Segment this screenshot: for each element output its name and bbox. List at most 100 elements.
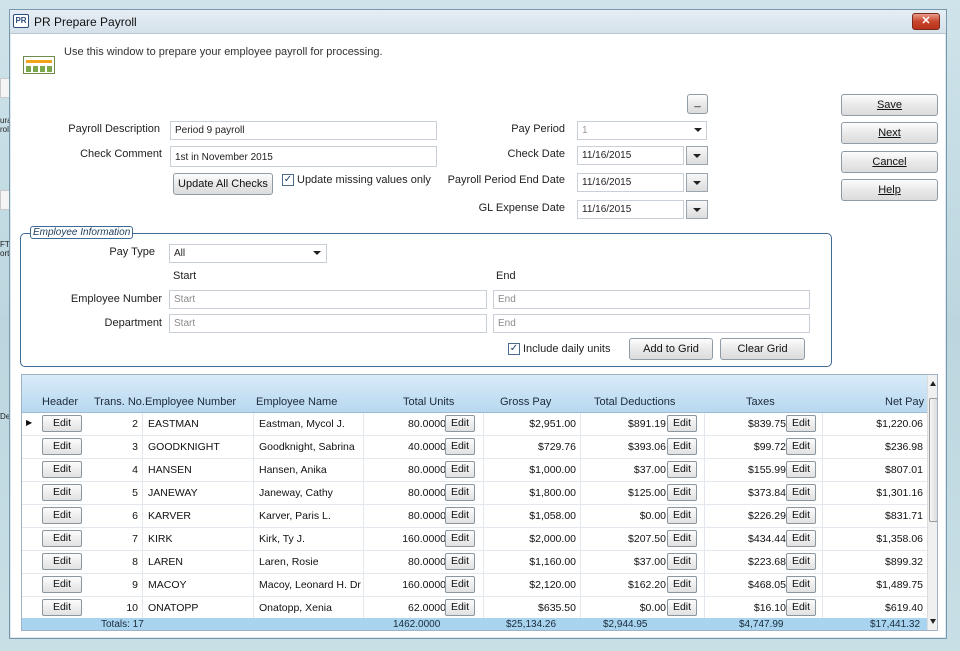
- gl-expense-date-field[interactable]: 11/16/2015: [577, 200, 684, 219]
- column-header-net-pay[interactable]: Net Pay: [885, 396, 924, 408]
- close-button[interactable]: ✕: [912, 13, 940, 30]
- column-header-taxes[interactable]: Taxes: [746, 396, 775, 408]
- taxes-edit-button[interactable]: Edit: [786, 553, 816, 570]
- header-edit-button[interactable]: Edit: [42, 530, 82, 547]
- units-edit-button[interactable]: Edit: [445, 415, 475, 432]
- total-deductions-cell: $125.00: [628, 487, 666, 499]
- header-edit-button[interactable]: Edit: [42, 576, 82, 593]
- title-bar[interactable]: PR PR Prepare Payroll ✕: [10, 10, 946, 34]
- taxes-edit-button[interactable]: Edit: [786, 461, 816, 478]
- net-pay-cell: $807.01: [885, 464, 923, 476]
- column-header-total-units[interactable]: Total Units: [403, 396, 454, 408]
- taxes-edit-button[interactable]: Edit: [786, 507, 816, 524]
- deductions-edit-button[interactable]: Edit: [667, 484, 697, 501]
- employee-number-cell: EASTMAN: [148, 418, 199, 430]
- taxes-edit-button[interactable]: Edit: [786, 530, 816, 547]
- scroll-up-icon[interactable]: [930, 381, 936, 386]
- department-start-field[interactable]: Start: [169, 314, 487, 333]
- include-daily-units-checkbox[interactable]: ✓: [508, 343, 520, 355]
- table-row[interactable]: ▶ Edit 2 EASTMAN Eastman, Mycol J. 80.0000 Edi…: [22, 413, 927, 436]
- cancel-label: Cancel: [872, 156, 907, 168]
- total-units-cell: 80.0000: [408, 510, 446, 522]
- table-row[interactable]: Edit 4 HANSEN Hansen, Anika 80.0000 Edit $1,00…: [22, 459, 927, 482]
- table-row[interactable]: Edit 3 GOODKNIGHT Goodknight, Sabrina 40.000…: [22, 436, 927, 459]
- taxes-edit-button[interactable]: Edit: [786, 599, 816, 616]
- units-edit-button[interactable]: Edit: [445, 507, 475, 524]
- column-header-total-deductions[interactable]: Total Deductions: [594, 396, 675, 408]
- update-missing-checkbox[interactable]: ✓: [282, 174, 294, 186]
- taxes-edit-button[interactable]: Edit: [786, 415, 816, 432]
- header-edit-button[interactable]: Edit: [42, 599, 82, 616]
- trans-no-cell: 10: [126, 602, 138, 614]
- table-row[interactable]: Edit 6 KARVER Karver, Paris L. 80.0000 Edit $1…: [22, 505, 927, 528]
- table-row[interactable]: Edit 10 ONATOPP Onatopp, Xenia 62.0000 Edit $6…: [22, 597, 927, 620]
- total-deductions-cell: $37.00: [633, 464, 666, 476]
- taxes-edit-button[interactable]: Edit: [786, 484, 816, 501]
- add-to-grid-button[interactable]: Add to Grid: [629, 338, 713, 360]
- header-edit-button[interactable]: Edit: [42, 438, 82, 455]
- units-edit-button[interactable]: Edit: [445, 599, 475, 616]
- column-header-trans-no[interactable]: Trans. No.: [94, 396, 145, 408]
- table-row[interactable]: Edit 5 JANEWAY Janeway, Cathy 80.0000 Edit $1,…: [22, 482, 927, 505]
- clear-grid-button[interactable]: Clear Grid: [720, 338, 805, 360]
- minimize-section-button[interactable]: _: [687, 94, 708, 114]
- taxes-edit-button[interactable]: Edit: [786, 576, 816, 593]
- column-header-gross-pay[interactable]: Gross Pay: [500, 396, 551, 408]
- next-button[interactable]: Next: [841, 122, 938, 144]
- check-comment-label: Check Comment: [80, 148, 162, 160]
- pay-type-select[interactable]: All: [169, 244, 327, 263]
- header-edit-button[interactable]: Edit: [42, 553, 82, 570]
- taxes-edit-button[interactable]: Edit: [786, 438, 816, 455]
- header-edit-button[interactable]: Edit: [42, 484, 82, 501]
- column-header-header[interactable]: Header: [42, 396, 78, 408]
- gross-pay-cell: $635.50: [538, 602, 576, 614]
- period-end-date-field[interactable]: 11/16/2015: [577, 173, 684, 192]
- units-edit-button[interactable]: Edit: [445, 461, 475, 478]
- deductions-edit-button[interactable]: Edit: [667, 461, 697, 478]
- units-edit-button[interactable]: Edit: [445, 576, 475, 593]
- period-end-date-picker-button[interactable]: [686, 173, 708, 192]
- deductions-edit-button[interactable]: Edit: [667, 599, 697, 616]
- deductions-edit-button[interactable]: Edit: [667, 507, 697, 524]
- scrollbar-thumb[interactable]: [929, 398, 937, 522]
- header-edit-button[interactable]: Edit: [42, 461, 82, 478]
- deductions-edit-button[interactable]: Edit: [667, 530, 697, 547]
- deductions-edit-button[interactable]: Edit: [667, 438, 697, 455]
- employee-number-cell: KARVER: [148, 510, 191, 522]
- employee-name-cell: Laren, Rosie: [259, 556, 319, 568]
- check-date-field[interactable]: 11/16/2015: [577, 146, 684, 165]
- update-all-checks-button[interactable]: Update All Checks: [173, 173, 273, 195]
- column-header-employee-name[interactable]: Employee Name: [256, 396, 337, 408]
- save-button[interactable]: Save: [841, 94, 938, 116]
- gl-expense-date-picker-button[interactable]: [686, 200, 708, 219]
- department-end-field[interactable]: End: [493, 314, 810, 333]
- payroll-description-field[interactable]: Period 9 payroll: [170, 121, 437, 140]
- table-row[interactable]: Edit 8 LAREN Laren, Rosie 80.0000 Edit $1,160.…: [22, 551, 927, 574]
- deductions-edit-button[interactable]: Edit: [667, 553, 697, 570]
- units-edit-button[interactable]: Edit: [445, 530, 475, 547]
- employee-number-start-field[interactable]: Start: [169, 290, 487, 309]
- check-date-picker-button[interactable]: [686, 146, 708, 165]
- payroll-grid[interactable]: Header Trans. No. Employee Number Employ…: [21, 374, 938, 631]
- column-header-employee-number[interactable]: Employee Number: [145, 396, 236, 408]
- table-row[interactable]: Edit 9 MACOY Macoy, Leonard H. Dr 160.0000 Ed…: [22, 574, 927, 597]
- deductions-edit-button[interactable]: Edit: [667, 576, 697, 593]
- deductions-edit-button[interactable]: Edit: [667, 415, 697, 432]
- cancel-button[interactable]: Cancel: [841, 151, 938, 173]
- header-edit-button[interactable]: Edit: [42, 507, 82, 524]
- employee-number-end-field[interactable]: End: [493, 290, 810, 309]
- header-edit-button[interactable]: Edit: [42, 415, 82, 432]
- units-edit-button[interactable]: Edit: [445, 484, 475, 501]
- grid-vertical-scrollbar[interactable]: [927, 375, 937, 630]
- pay-period-select[interactable]: 1: [577, 121, 707, 140]
- units-edit-button[interactable]: Edit: [445, 438, 475, 455]
- check-comment-field[interactable]: 1st in November 2015: [170, 146, 437, 167]
- scroll-down-icon[interactable]: [930, 619, 936, 624]
- units-edit-button[interactable]: Edit: [445, 553, 475, 570]
- employee-number-cell: HANSEN: [148, 464, 192, 476]
- help-button[interactable]: Help: [841, 179, 938, 201]
- totals-net-pay: $17,441.32: [870, 619, 921, 630]
- table-row[interactable]: Edit 7 KIRK Kirk, Ty J. 160.0000 Edit $2,000.0…: [22, 528, 927, 551]
- employee-name-cell: Goodknight, Sabrina: [259, 441, 355, 453]
- employee-name-cell: Eastman, Mycol J.: [259, 418, 345, 430]
